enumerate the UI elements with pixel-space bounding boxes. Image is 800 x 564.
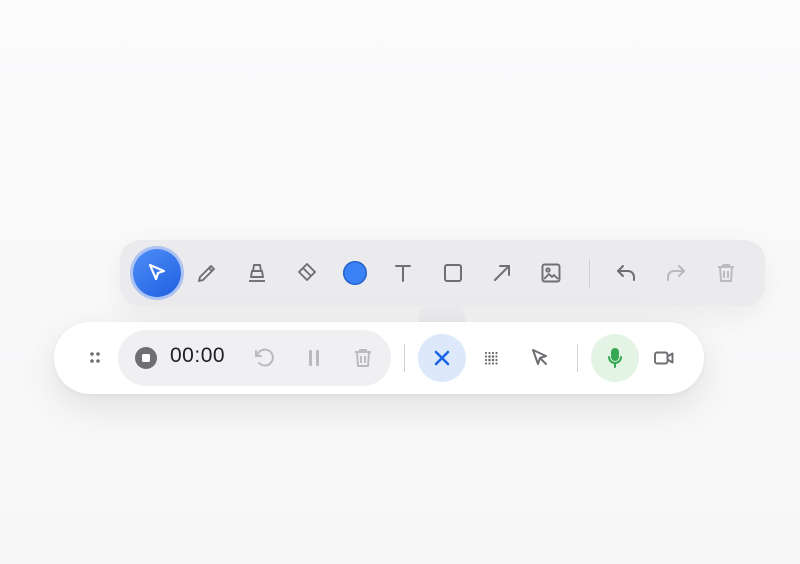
grip-dots-icon [90, 352, 100, 363]
close-drawing-button[interactable] [418, 334, 466, 382]
undo-icon [617, 265, 635, 281]
recording-timer: 00:00 [170, 344, 226, 367]
text-tool[interactable] [379, 249, 427, 297]
camera-button[interactable] [640, 334, 688, 382]
video-camera-icon [654, 351, 674, 365]
trash-icon [355, 349, 371, 367]
color-swatch-icon [343, 261, 367, 285]
redo-button[interactable] [652, 249, 700, 297]
eraser-tool[interactable] [283, 249, 331, 297]
dot-grid-icon [484, 351, 498, 365]
cursor-arrow-icon [148, 263, 166, 281]
image-tool[interactable] [527, 249, 575, 297]
drawing-toolbar [120, 240, 765, 306]
square-icon [444, 264, 462, 282]
toolbar-divider [589, 259, 590, 287]
recording-bar: 00:00 [54, 322, 704, 394]
eraser-icon [298, 263, 316, 281]
redo-icon [667, 265, 685, 281]
pencil-icon [198, 265, 215, 282]
pointer-icon [532, 349, 547, 365]
restart-button[interactable] [240, 334, 288, 382]
trash-icon [718, 264, 734, 282]
image-icon [541, 263, 561, 283]
select-tool[interactable] [133, 249, 181, 297]
highlighter-tool[interactable] [233, 249, 281, 297]
stop-button[interactable] [122, 334, 170, 382]
drag-handle[interactable] [71, 334, 119, 382]
pen-tool[interactable] [183, 249, 231, 297]
clear-button[interactable] [702, 249, 750, 297]
recorder-divider [404, 344, 405, 372]
color-picker[interactable] [331, 249, 379, 297]
highlighter-icon [249, 264, 265, 282]
restart-icon [255, 348, 274, 367]
stop-circle-icon [135, 347, 157, 369]
delete-button[interactable] [339, 334, 387, 382]
close-icon [434, 350, 450, 366]
pointer-button[interactable] [516, 334, 564, 382]
undo-button[interactable] [602, 249, 650, 297]
rectangle-tool[interactable] [429, 249, 477, 297]
recorder-divider-2 [577, 344, 578, 372]
pause-icon [309, 350, 319, 366]
microphone-button[interactable] [591, 334, 639, 382]
arrow-tool[interactable] [478, 249, 526, 297]
microphone-icon [608, 348, 622, 368]
diagonal-arrow-icon [494, 265, 510, 281]
pause-button[interactable] [290, 334, 338, 382]
text-t-icon [395, 265, 411, 282]
spotlight-button[interactable] [467, 334, 515, 382]
